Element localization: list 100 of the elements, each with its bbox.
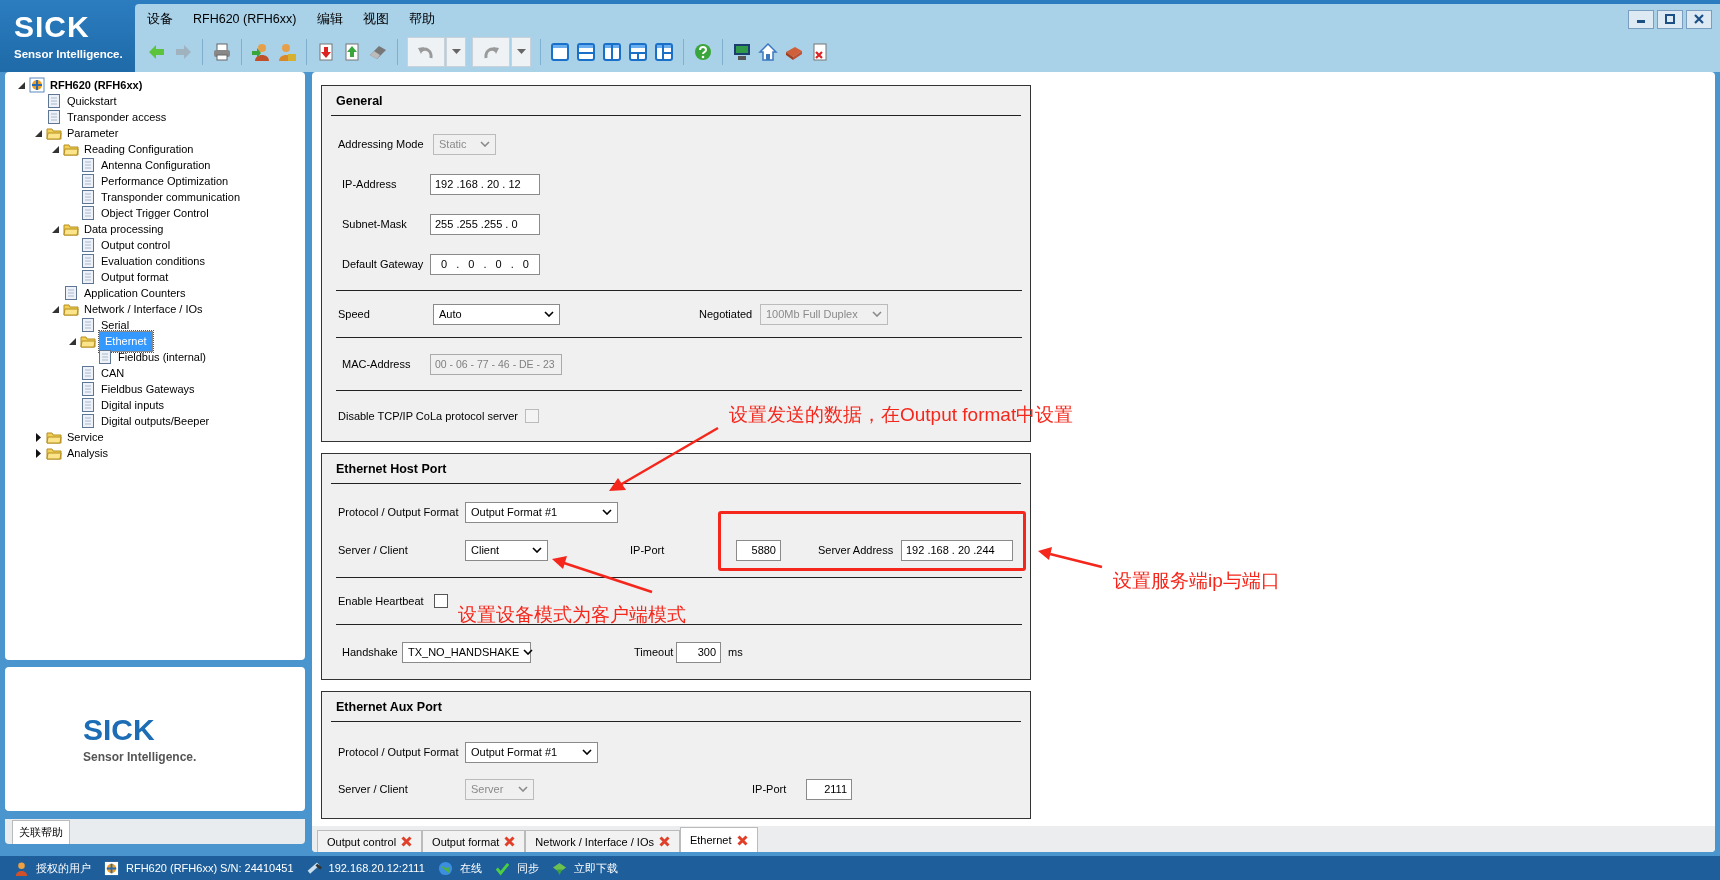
document-icon [97, 349, 113, 365]
dropdown[interactable]: Auto [433, 303, 560, 325]
menu-item[interactable]: 设备 [147, 8, 173, 30]
folder-icon [63, 141, 79, 157]
folder-icon [46, 125, 62, 141]
triangle-icon[interactable] [33, 128, 43, 138]
brand-logo: SICK [83, 714, 156, 745]
tree-item[interactable]: Antenna Configuration [99, 158, 213, 172]
window-layout-icon[interactable] [628, 42, 648, 62]
close-icon[interactable] [658, 836, 670, 847]
triangle-icon[interactable] [67, 336, 77, 346]
chevron-icon [523, 649, 534, 655]
tree-item[interactable]: Network / Interface / IOs [82, 302, 205, 316]
brand-logo: SICK [14, 12, 91, 42]
checkbox[interactable] [434, 594, 448, 608]
status-text: 同步 [516, 860, 539, 876]
subnet-mask-field[interactable]: 255 .255 .255 . 0 [430, 213, 540, 235]
dropdown-button[interactable] [511, 37, 531, 67]
help-icon[interactable] [693, 42, 713, 62]
tree-item[interactable]: CAN [99, 366, 127, 380]
field-label: Timeout [634, 646, 675, 658]
person-icon [14, 860, 29, 876]
dropdown[interactable]: Output Format #1 [465, 741, 598, 763]
triangle-icon[interactable] [33, 448, 43, 458]
dropdown[interactable]: Client [465, 539, 548, 561]
tree-item[interactable]: Parameter [65, 126, 121, 140]
tab[interactable]: Output format [422, 830, 526, 852]
status-text: 在线 [459, 860, 482, 876]
field-label: MAC-Address [342, 358, 412, 370]
tree-item[interactable]: Fieldbus Gateways [99, 382, 197, 396]
group-title: Ethernet Aux Port [331, 692, 1021, 722]
tree-item[interactable]: Reading Configuration [82, 142, 196, 156]
close-icon[interactable] [401, 836, 413, 847]
gateway-field[interactable]: 0 . 0 . 0 . 0 [430, 253, 540, 275]
person-arrow-icon[interactable] [251, 42, 271, 62]
minimize-button[interactable] [1628, 9, 1654, 29]
download-icon [551, 860, 567, 876]
monitor-icon[interactable] [732, 42, 752, 62]
window-layout-icon[interactable] [550, 42, 570, 62]
window-layout-icon[interactable] [654, 42, 674, 62]
field-label: IP-Port [752, 783, 788, 795]
dropdown-button[interactable] [446, 37, 466, 67]
ip-address-field[interactable]: 192 .168 . 20 . 12 [430, 173, 540, 195]
field-label: Default Gateway [342, 258, 425, 270]
window-layout-icon[interactable] [602, 42, 622, 62]
tab[interactable]: 关联帮助 [12, 820, 70, 844]
tree-item[interactable]: Digital outputs/Beeper [99, 414, 212, 428]
field-label: Protocol / Output Format [338, 746, 460, 758]
tree-item[interactable]: Serial [99, 318, 132, 332]
tree-item[interactable]: Data processing [82, 222, 166, 236]
port-field[interactable]: 5880 [736, 539, 781, 561]
annotation-text: 设置设备模式为客户端模式 [458, 604, 686, 626]
tree-item[interactable]: Transponder communication [99, 190, 242, 204]
menu-item[interactable]: 帮助 [408, 8, 435, 30]
printer-icon[interactable] [212, 42, 232, 62]
window-layout-icon[interactable] [576, 42, 596, 62]
triangle-icon[interactable] [50, 144, 60, 154]
menu-item[interactable]: 视图 [362, 8, 389, 30]
ip-address-field[interactable]: 192 .168 . 20 .244 [901, 539, 1013, 561]
port-field[interactable]: 2111 [806, 778, 852, 800]
menu-item[interactable]: 编辑 [316, 8, 343, 30]
tree-item[interactable]: Output control [99, 238, 173, 252]
triangle-icon[interactable] [33, 432, 43, 442]
field-label: IP-Address [342, 178, 398, 190]
tree-item[interactable]: Evaluation conditions [99, 254, 207, 268]
dropdown[interactable]: TX_NO_HANDSHAKE [402, 641, 531, 663]
caret-icon [516, 49, 526, 55]
home-icon[interactable] [758, 42, 778, 62]
document-up-icon[interactable] [342, 42, 362, 62]
tree-item[interactable]: Quickstart [65, 94, 119, 108]
tab[interactable]: Network / Interface / IOs [525, 830, 680, 852]
tree-item[interactable]: Performance Optimization [99, 174, 231, 188]
tree-item[interactable]: Digital inputs [99, 398, 166, 412]
menu-item[interactable]: RFH620 (RFH6xx) [193, 10, 297, 28]
tab[interactable]: Output control [317, 830, 423, 852]
triangle-icon[interactable] [50, 304, 60, 314]
tree-item[interactable]: Object Trigger Control [99, 206, 211, 220]
dropdown[interactable]: Output Format #1 [465, 501, 618, 523]
timeout-field[interactable]: 300 [676, 641, 721, 663]
tree-item[interactable]: Application Counters [82, 286, 188, 300]
triangle-icon[interactable] [50, 224, 60, 234]
triangle-icon[interactable] [16, 80, 26, 90]
folder-icon [63, 221, 79, 237]
tree-item[interactable]: Fieldbus (internal) [116, 350, 209, 364]
tree-item[interactable]: Service [65, 430, 106, 444]
tree-item[interactable]: Analysis [65, 446, 110, 460]
document-icon [80, 365, 96, 381]
maximize-button[interactable] [1657, 9, 1683, 29]
annotation-text: 设置服务端ip与端口 [1113, 570, 1280, 592]
tree-item[interactable]: Output format [99, 270, 171, 284]
tree-item[interactable]: RFH620 (RFH6xx) [48, 78, 145, 92]
field-label: IP-Port [630, 544, 666, 556]
tab[interactable]: Ethernet [679, 827, 758, 852]
close-icon[interactable] [736, 834, 748, 846]
document-down-icon[interactable] [316, 42, 336, 62]
close-button[interactable] [1686, 9, 1712, 29]
document-close-icon[interactable] [810, 42, 830, 62]
close-icon[interactable] [504, 836, 516, 847]
group-title: General [331, 86, 1021, 116]
tree-item[interactable]: Transponder access [65, 110, 169, 124]
